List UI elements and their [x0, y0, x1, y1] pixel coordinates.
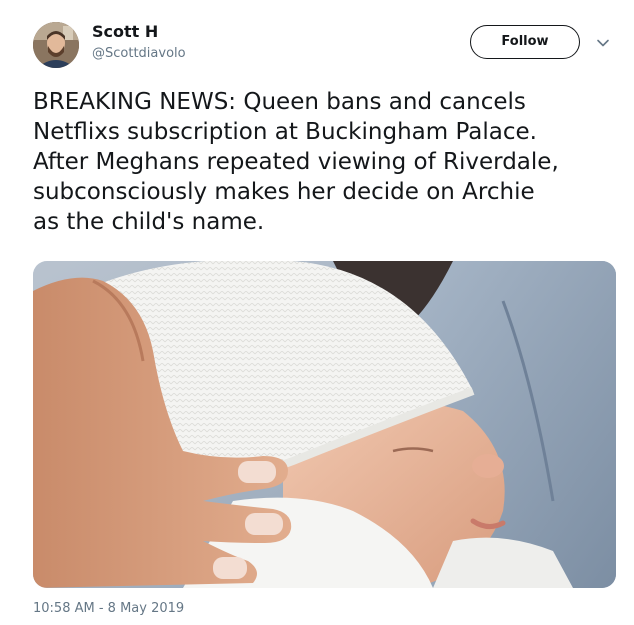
tweet-timestamp[interactable]: 10:58 AM - 8 May 2019: [33, 601, 184, 616]
tweet-card: Scott H @Scottdiavolo Follow BREAKING NE…: [0, 0, 634, 625]
tweet-photo[interactable]: [33, 261, 616, 588]
chevron-down-icon[interactable]: [596, 36, 610, 50]
author-handle[interactable]: @Scottdiavolo: [92, 46, 186, 61]
avatar[interactable]: [33, 22, 79, 68]
follow-button[interactable]: Follow: [470, 25, 580, 59]
author-display-name[interactable]: Scott H: [92, 22, 158, 41]
tweet-text: BREAKING NEWS: Queen bans and cancels Ne…: [33, 89, 559, 235]
